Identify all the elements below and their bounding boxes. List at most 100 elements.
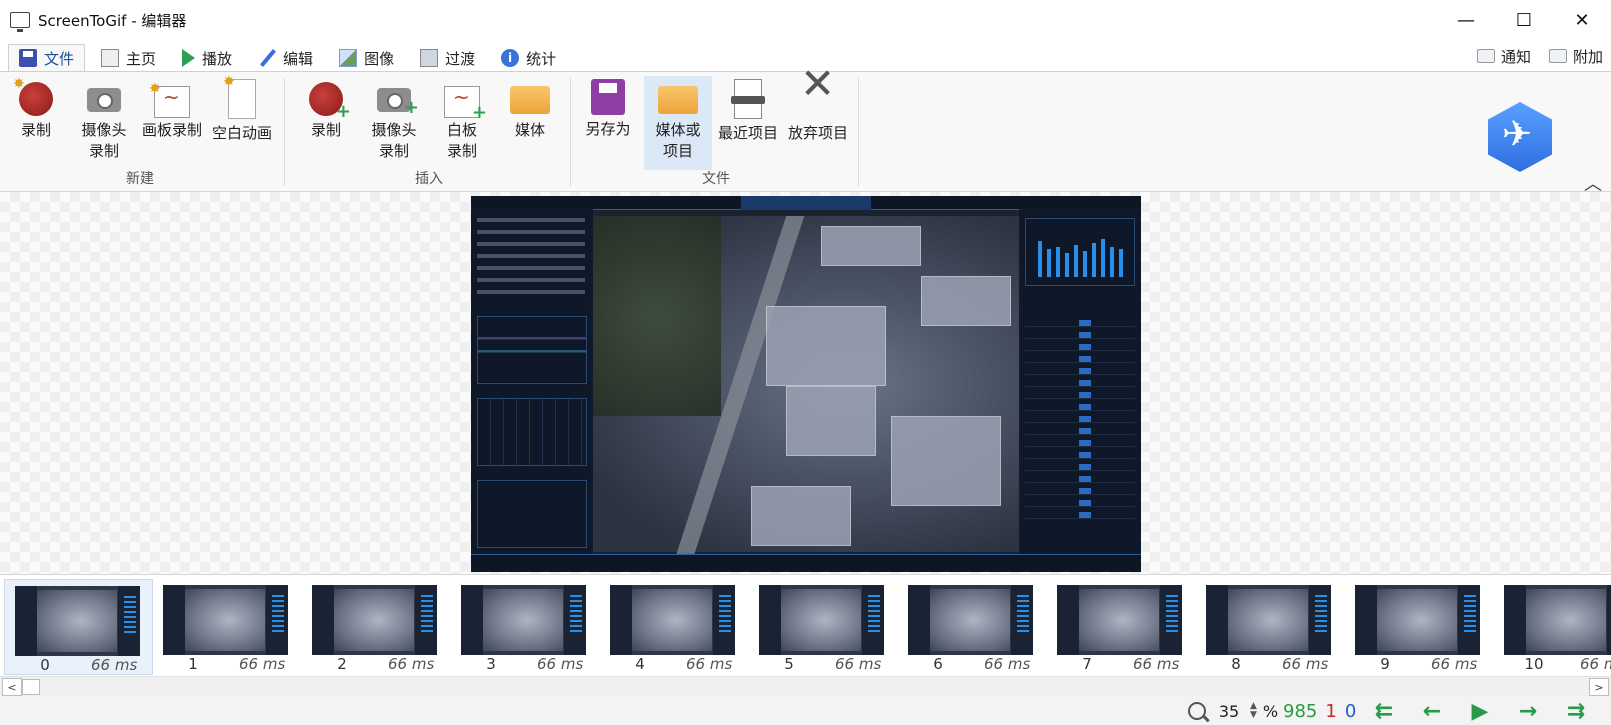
new-board-button[interactable]: 画板录制 <box>138 76 206 170</box>
preview-bar <box>1092 243 1096 277</box>
frame-number: 3 <box>486 655 496 673</box>
preview-table-row <box>1025 498 1135 507</box>
tab-label: 过渡 <box>445 49 476 68</box>
preview-table-row <box>1025 426 1135 435</box>
scroll-right-button[interactable]: > <box>1589 678 1609 696</box>
recent-projects-button[interactable]: 最近项目 <box>714 76 782 170</box>
frame-number: 1 <box>188 655 198 673</box>
preview-table-row <box>1025 462 1135 471</box>
frame-delay: 66 ms <box>1133 655 1180 673</box>
tab-label: 编辑 <box>283 49 314 68</box>
frame-item[interactable]: 8 66 ms <box>1196 579 1345 675</box>
preview-row <box>477 242 585 246</box>
tab-file[interactable]: 文件 <box>8 44 86 72</box>
frame-item[interactable]: 0 66 ms <box>4 579 153 675</box>
window-controls: — ☐ ✕ <box>1437 0 1611 40</box>
frame-item[interactable]: 2 66 ms <box>302 579 451 675</box>
next-frame-button[interactable]: → <box>1504 699 1552 724</box>
frame-number: 5 <box>784 655 794 673</box>
extras-icon <box>1548 49 1567 63</box>
preview-building <box>786 386 876 456</box>
maximize-button[interactable]: ☐ <box>1495 0 1553 40</box>
frame-list-scrollbar[interactable]: < > <box>0 676 1611 696</box>
insert-webcam-button[interactable]: 摄像头 录制 <box>360 76 428 170</box>
tab-label: 播放 <box>202 49 233 68</box>
scrollbar-thumb[interactable] <box>22 679 40 695</box>
preview-trees <box>591 216 721 416</box>
frame-item[interactable]: 10 66 ms <box>1494 579 1611 675</box>
close-button[interactable]: ✕ <box>1553 0 1611 40</box>
frame-item[interactable]: 1 66 ms <box>153 579 302 675</box>
preview-table-row <box>1025 390 1135 399</box>
new-blank-button[interactable]: 空白动画 <box>208 72 276 170</box>
frame-thumbnail <box>163 585 288 655</box>
new-record-label: 录制 <box>20 121 51 139</box>
preview-title-bar <box>741 196 871 210</box>
tab-transitions[interactable]: 过渡 <box>410 44 485 72</box>
preview-right-panel <box>1019 208 1141 554</box>
notifications-label: 通知 <box>1500 47 1531 66</box>
play-button[interactable]: ▶ <box>1456 699 1504 724</box>
frame-delay: 66 ms <box>1282 655 1329 673</box>
preview-bar <box>1056 247 1060 277</box>
save-as-button[interactable]: 另存为 <box>574 76 642 170</box>
preview-bar-chart <box>1025 218 1135 286</box>
preview-building <box>766 306 886 386</box>
frame-delay: 66 ms <box>686 655 733 673</box>
previous-frame-button[interactable]: ← <box>1408 699 1456 724</box>
frame-number: 2 <box>337 655 347 673</box>
new-webcam-label: 摄像头 录制 <box>81 121 127 160</box>
zoom-icon <box>1188 702 1206 720</box>
notification-icon <box>1476 49 1495 63</box>
tab-home[interactable]: 主页 <box>91 44 166 72</box>
new-webcam-button[interactable]: 摄像头 录制 <box>70 76 138 170</box>
frame-item[interactable]: 7 66 ms <box>1047 579 1196 675</box>
tab-edit[interactable]: 编辑 <box>248 44 323 72</box>
frame-item[interactable]: 4 66 ms <box>600 579 749 675</box>
group-divider <box>858 78 859 186</box>
zoom-stepper[interactable]: ▲ ▼ <box>1250 702 1257 720</box>
preview-table-row <box>1025 354 1135 363</box>
tab-playback[interactable]: 播放 <box>172 44 242 72</box>
image-icon <box>339 49 358 67</box>
frame-delay: 66 ms <box>239 655 286 673</box>
frame-item[interactable]: 6 66 ms <box>898 579 1047 675</box>
page-icon <box>223 72 256 119</box>
frame-number: 7 <box>1082 655 1092 673</box>
frame-list[interactable]: 0 66 ms 1 66 ms 2 66 ms 3 66 ms 4 66 ms 5 66 m… <box>0 574 1611 676</box>
scroll-left-button[interactable]: < <box>2 678 22 696</box>
frame-item[interactable]: 9 66 ms <box>1345 579 1494 675</box>
insert-record-label: 录制 <box>310 121 341 139</box>
frame-item[interactable]: 5 66 ms <box>749 579 898 675</box>
notifications-button[interactable]: 通知 <box>1476 44 1531 68</box>
frames-row: 0 66 ms 1 66 ms 2 66 ms 3 66 ms 4 66 ms 5 66 m… <box>4 579 1611 675</box>
preview-row <box>477 290 585 294</box>
minimize-button[interactable]: — <box>1437 0 1495 40</box>
new-record-button[interactable]: 录制 <box>2 74 70 170</box>
insert-record-button[interactable]: 录制 <box>292 76 360 170</box>
frame-number: 9 <box>1380 655 1390 673</box>
extras-button[interactable]: 附加 <box>1548 44 1603 68</box>
discard-project-button[interactable]: 放弃项目 <box>784 73 852 170</box>
frame-number: 0 <box>40 656 50 674</box>
insert-media-button[interactable]: 媒体 <box>496 76 564 170</box>
preview-bar <box>1110 247 1114 277</box>
preview-left-panel <box>471 208 593 554</box>
open-media-button[interactable]: 媒体或 项目 <box>644 76 712 170</box>
preview-row <box>477 254 585 258</box>
tab-statistics[interactable]: i 统计 <box>491 44 566 72</box>
insert-board-button[interactable]: 白板 录制 <box>428 76 496 170</box>
tab-image[interactable]: 图像 <box>329 44 404 72</box>
insert-media-label: 媒体 <box>514 121 545 139</box>
last-frame-button[interactable]: ⇉ <box>1552 699 1600 724</box>
editor-canvas[interactable] <box>0 192 1611 574</box>
first-frame-button[interactable]: ⇇ <box>1360 699 1408 724</box>
frame-delay: 66 ms <box>91 656 138 674</box>
preview-bottom-bar <box>471 554 1141 572</box>
frame-item[interactable]: 3 66 ms <box>451 579 600 675</box>
zoom-input[interactable]: 35 <box>1214 702 1244 721</box>
preview-row <box>477 278 585 282</box>
preview-table-row <box>1025 402 1135 411</box>
zoom-control: 35 ▲ ▼ % <box>1188 698 1278 724</box>
preview-bar <box>1065 253 1069 277</box>
